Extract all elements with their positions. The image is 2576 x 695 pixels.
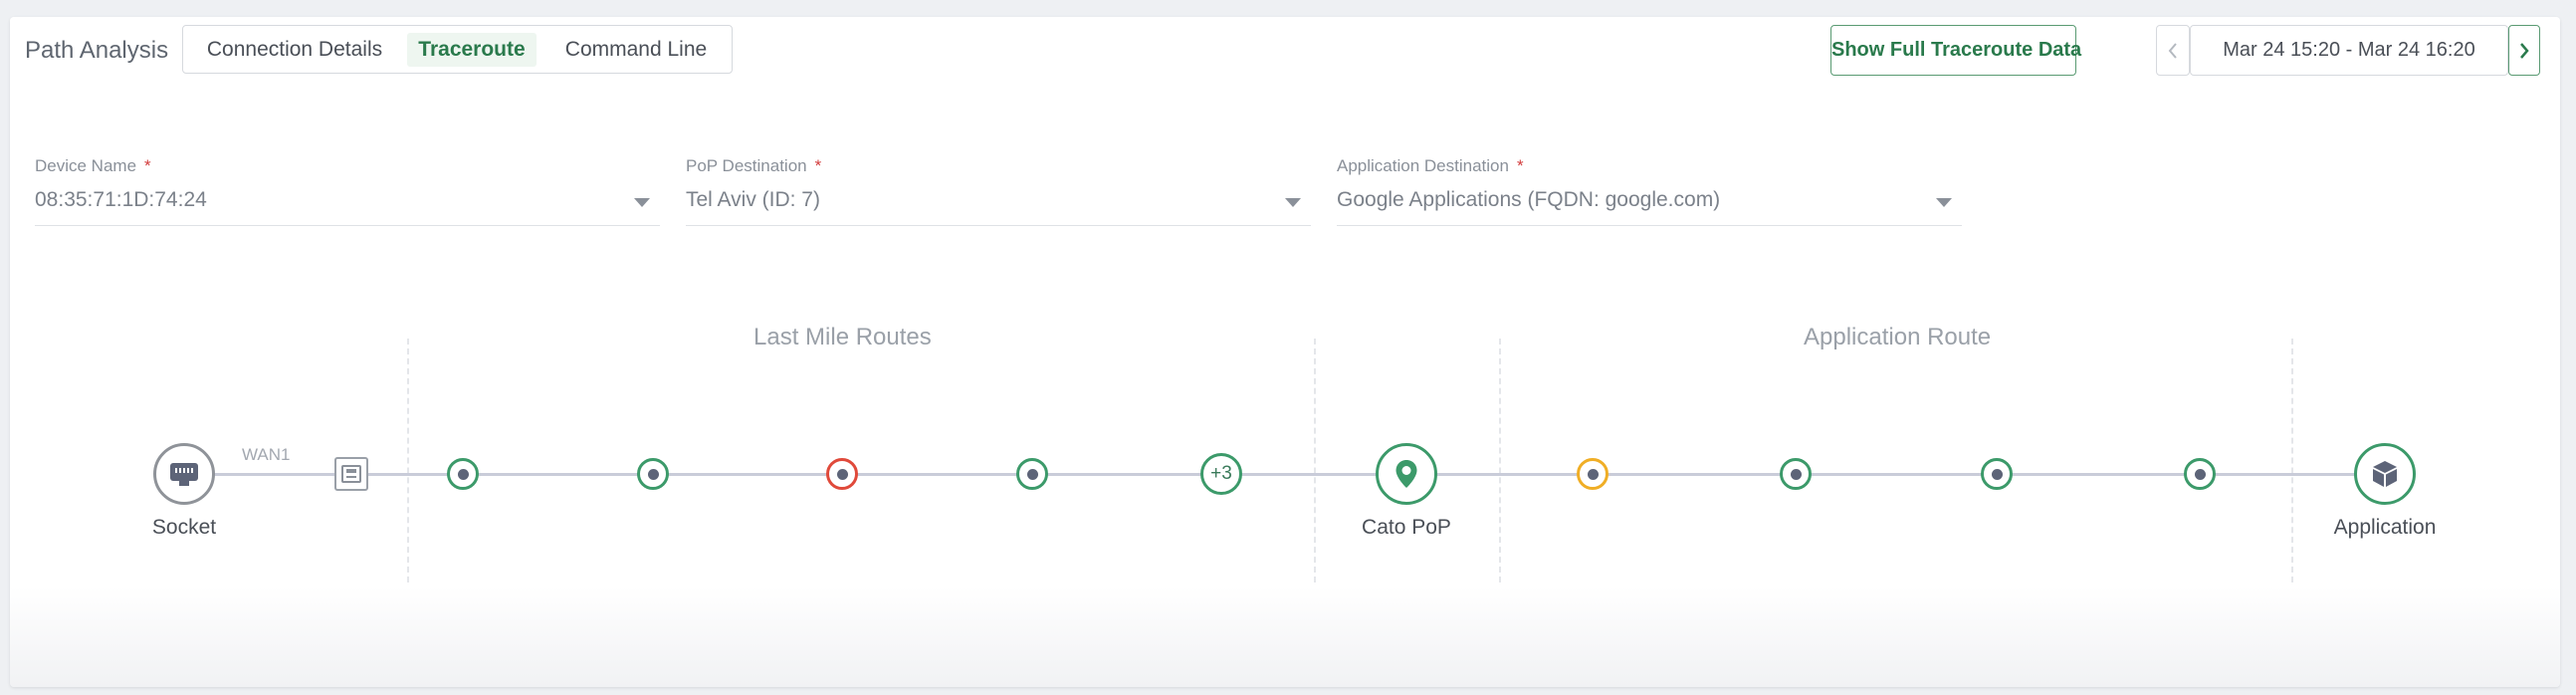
device-name-select[interactable]: Device Name * 08:35:71:1D:74:24 xyxy=(35,156,660,226)
ethernet-port-icon xyxy=(170,463,198,486)
next-range-button[interactable] xyxy=(2508,25,2540,76)
chevron-left-icon xyxy=(2168,42,2177,59)
application-route-section-title: Application Route xyxy=(1804,324,1992,350)
application-label: Application xyxy=(2333,516,2437,539)
application-hop-node[interactable] xyxy=(2184,458,2216,490)
last-mile-section-title: Last Mile Routes xyxy=(753,324,932,350)
section-divider xyxy=(1314,339,1316,582)
tab-bar: Connection Details Traceroute Command Li… xyxy=(182,25,733,74)
chevron-right-icon xyxy=(2520,42,2529,59)
application-destination-value: Google Applications (FQDN: google.com) xyxy=(1337,188,1721,211)
router-device-icon xyxy=(341,465,361,483)
cube-icon xyxy=(2373,461,2397,487)
caret-down-icon xyxy=(1936,198,1952,207)
last-mile-hop-node[interactable] xyxy=(447,458,479,490)
caret-down-icon xyxy=(1285,198,1301,207)
router-node[interactable] xyxy=(334,457,368,491)
section-divider xyxy=(407,339,409,582)
device-name-label-row: Device Name * xyxy=(35,156,660,176)
required-mark: * xyxy=(814,156,822,175)
previous-range-button[interactable] xyxy=(2156,25,2190,76)
socket-label: Socket xyxy=(151,516,217,539)
application-node[interactable] xyxy=(2354,443,2416,505)
device-name-value: 08:35:71:1D:74:24 xyxy=(35,188,207,211)
application-destination-label: Application Destination xyxy=(1337,156,1509,175)
pop-destination-label: PoP Destination xyxy=(686,156,807,175)
socket-node[interactable] xyxy=(153,443,215,505)
last-mile-hop-node[interactable] xyxy=(826,458,858,490)
more-hops-node[interactable]: +3 xyxy=(1200,453,1242,495)
path-analysis-card xyxy=(10,17,2560,687)
field-underline xyxy=(686,225,1311,226)
field-underline xyxy=(35,225,660,226)
pop-destination-value: Tel Aviv (ID: 7) xyxy=(686,188,820,211)
route-path-line xyxy=(184,473,2386,476)
last-mile-hop-node[interactable] xyxy=(1016,458,1048,490)
show-full-traceroute-button[interactable]: Show Full Traceroute Data xyxy=(1830,25,2081,76)
required-mark: * xyxy=(144,156,151,175)
tab-traceroute[interactable]: Traceroute xyxy=(407,33,537,67)
tab-connection-details[interactable]: Connection Details xyxy=(195,33,394,67)
caret-down-icon xyxy=(634,198,650,207)
application-destination-select[interactable]: Application Destination * Google Applicat… xyxy=(1337,156,1962,226)
map-pin-icon xyxy=(1395,460,1417,488)
application-hop-node[interactable] xyxy=(1577,458,1609,490)
device-name-label: Device Name xyxy=(35,156,137,175)
page-title: Path Analysis xyxy=(25,37,169,64)
cato-pop-node[interactable] xyxy=(1376,443,1437,505)
date-range-label[interactable]: Mar 24 15:20 - Mar 24 16:20 xyxy=(2190,25,2508,76)
required-mark: * xyxy=(1516,156,1524,175)
last-mile-hop-node[interactable] xyxy=(637,458,669,490)
date-range-picker: Mar 24 15:20 - Mar 24 16:20 xyxy=(2156,25,2540,76)
application-hop-node[interactable] xyxy=(1780,458,1812,490)
pop-destination-select[interactable]: PoP Destination * Tel Aviv (ID: 7) xyxy=(686,156,1311,226)
application-hop-node[interactable] xyxy=(1981,458,2013,490)
pop-destination-label-row: PoP Destination * xyxy=(686,156,1311,176)
field-underline xyxy=(1337,225,1962,226)
application-destination-label-row: Application Destination * xyxy=(1337,156,1962,176)
tab-command-line[interactable]: Command Line xyxy=(547,33,725,67)
section-divider xyxy=(1499,339,1501,582)
cato-pop-label: Cato PoP xyxy=(1362,516,1451,539)
wan-label: WAN1 xyxy=(242,445,291,464)
section-divider xyxy=(2291,339,2293,582)
